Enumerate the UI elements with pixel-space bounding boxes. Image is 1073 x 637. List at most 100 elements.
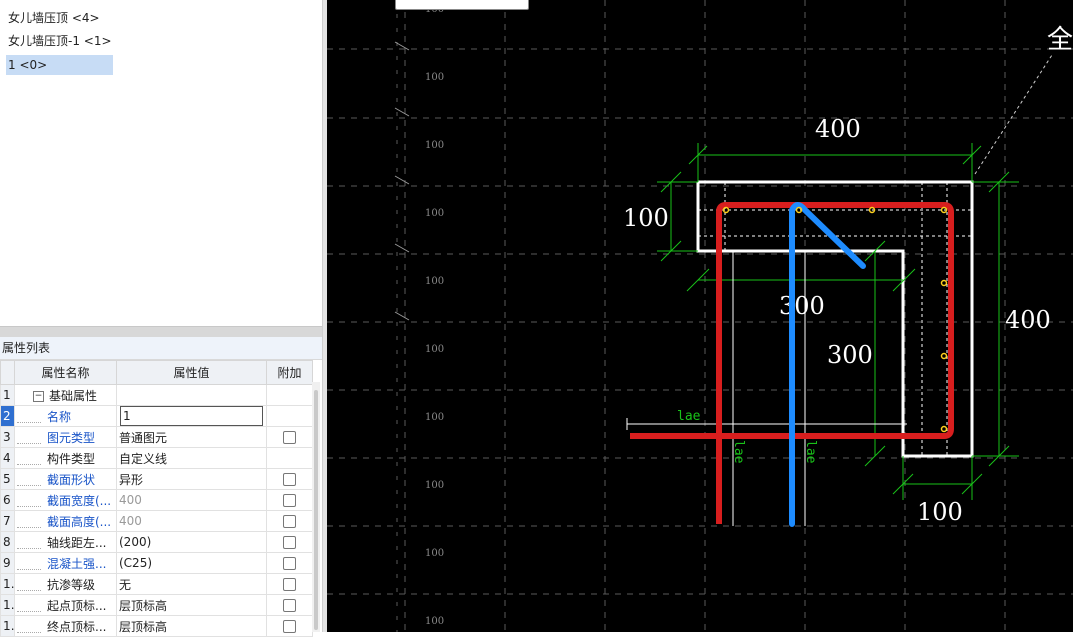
top-input-field[interactable] bbox=[395, 0, 529, 10]
property-extra[interactable] bbox=[266, 531, 313, 553]
property-value[interactable]: 无 bbox=[116, 573, 267, 595]
scrollbar-thumb[interactable] bbox=[314, 390, 318, 630]
extra-checkbox[interactable] bbox=[283, 557, 296, 570]
property-row[interactable]: 4 构件类型 自定义线 bbox=[0, 447, 313, 469]
property-name-text: 图元类型 bbox=[47, 430, 96, 445]
corner-label: 全 bbox=[1047, 25, 1073, 55]
extra-checkbox[interactable] bbox=[283, 515, 296, 528]
property-extra[interactable] bbox=[266, 468, 313, 490]
grid-label: 100 bbox=[425, 276, 444, 287]
tree-indent-line bbox=[17, 412, 41, 423]
property-value[interactable]: 自定义线 bbox=[116, 447, 267, 469]
property-name: 截面形状 bbox=[14, 468, 117, 490]
dimension-bottom-width: 100 bbox=[917, 498, 963, 526]
property-extra[interactable] bbox=[266, 510, 313, 532]
tree-indent-line bbox=[17, 517, 41, 528]
property-value[interactable]: 层顶标高 bbox=[116, 594, 267, 616]
dimension-inner-height: 300 bbox=[827, 341, 873, 369]
tree-item-selected[interactable]: 1 <0> bbox=[6, 55, 113, 75]
drawing-canvas[interactable]: 100 100 100 100 100 100 100 100 100 100 全 400 100 400… bbox=[327, 0, 1073, 632]
property-name-text: 轴线距左... bbox=[47, 535, 107, 550]
row-number: 12 bbox=[0, 615, 15, 637]
property-name: 构件类型 bbox=[14, 447, 117, 469]
row-number: 6 bbox=[0, 489, 15, 511]
dimension-top-width: 400 bbox=[815, 115, 861, 143]
property-name-text: 抗渗等级 bbox=[47, 577, 96, 592]
property-list-title: 属性列表 bbox=[0, 337, 322, 360]
tree-indent-line bbox=[17, 475, 41, 486]
column-header-value[interactable]: 属性值 bbox=[116, 360, 267, 385]
property-row[interactable]: 6 截面宽度(... 400 bbox=[0, 489, 313, 511]
tree-indent-line bbox=[17, 454, 41, 465]
grid-tick bbox=[394, 311, 410, 321]
property-row[interactable]: 10 抗渗等级 无 bbox=[0, 573, 313, 595]
property-name: 轴线距左... bbox=[14, 531, 117, 553]
property-name: 截面高度(... bbox=[14, 510, 117, 532]
property-name: 起点顶标... bbox=[14, 594, 117, 616]
grid-tick bbox=[394, 243, 410, 253]
property-extra bbox=[266, 447, 313, 469]
extra-checkbox[interactable] bbox=[283, 431, 296, 444]
row-number: 2 bbox=[0, 405, 15, 427]
property-row[interactable]: 2 名称 1 bbox=[0, 405, 313, 427]
tree-item[interactable]: 女儿墙压顶-1 <1> bbox=[6, 31, 114, 51]
extra-checkbox[interactable] bbox=[283, 494, 296, 507]
anchor-label-vertical: lae bbox=[803, 440, 818, 464]
property-extra[interactable] bbox=[266, 426, 313, 448]
property-extra[interactable] bbox=[266, 594, 313, 616]
rebar-point bbox=[940, 352, 948, 360]
cad-drawing[interactable]: 100 100 100 100 100 100 100 100 100 100 全 400 100 400… bbox=[327, 0, 1073, 632]
column-header-extra[interactable]: 附加 bbox=[266, 360, 313, 385]
panel-splitter[interactable] bbox=[0, 326, 322, 337]
property-value[interactable]: 层顶标高 bbox=[116, 615, 267, 637]
property-row[interactable]: 7 截面高度(... 400 bbox=[0, 510, 313, 532]
property-value[interactable]: (200) bbox=[116, 531, 267, 553]
property-name: 终点顶标... bbox=[14, 615, 117, 637]
extra-checkbox[interactable] bbox=[283, 620, 296, 633]
tree-indent-line bbox=[17, 538, 41, 549]
property-value-input[interactable]: 1 bbox=[120, 406, 263, 426]
row-number: 9 bbox=[0, 552, 15, 574]
property-value[interactable] bbox=[116, 384, 267, 406]
grid-label: 100 bbox=[425, 208, 444, 219]
property-value[interactable]: 1 bbox=[116, 405, 267, 427]
property-extra[interactable] bbox=[266, 489, 313, 511]
column-header-num bbox=[0, 360, 15, 385]
tree-indent-line bbox=[17, 601, 41, 612]
tree-indent-line bbox=[17, 496, 41, 507]
property-row[interactable]: 11 起点顶标... 层顶标高 bbox=[0, 594, 313, 616]
property-row[interactable]: 9 混凝土强... (C25) bbox=[0, 552, 313, 574]
property-name: 名称 bbox=[14, 405, 117, 427]
column-header-name[interactable]: 属性名称 bbox=[14, 360, 117, 385]
property-group-header: − 基础属性 bbox=[14, 384, 117, 406]
extra-checkbox[interactable] bbox=[283, 536, 296, 549]
property-value[interactable]: 400 bbox=[116, 510, 267, 532]
property-value[interactable]: 异形 bbox=[116, 468, 267, 490]
collapse-icon[interactable]: − bbox=[33, 390, 44, 402]
property-row[interactable]: 8 轴线距左... (200) bbox=[0, 531, 313, 553]
extra-checkbox[interactable] bbox=[283, 473, 296, 486]
property-scrollbar[interactable] bbox=[312, 382, 320, 632]
property-row[interactable]: 5 截面形状 异形 bbox=[0, 468, 313, 490]
property-extra[interactable] bbox=[266, 615, 313, 637]
property-extra[interactable] bbox=[266, 552, 313, 574]
property-row[interactable]: 1− 基础属性 bbox=[0, 384, 313, 406]
property-row[interactable]: 3 图元类型 普通图元 bbox=[0, 426, 313, 448]
property-row[interactable]: 12 终点顶标... 层顶标高 bbox=[0, 615, 313, 637]
property-name-text: 起点顶标... bbox=[47, 598, 107, 613]
extra-checkbox[interactable] bbox=[283, 578, 296, 591]
row-number: 5 bbox=[0, 468, 15, 490]
tree-item[interactable]: 女儿墙压顶 <4> bbox=[6, 8, 102, 28]
extra-checkbox[interactable] bbox=[283, 599, 296, 612]
property-name-text: 截面宽度(... bbox=[47, 493, 112, 508]
left-panel: 女儿墙压顶 <4> 女儿墙压顶-1 <1> 1 <0> 属性列表 属性名称 属性… bbox=[0, 0, 322, 637]
property-value[interactable]: 400 bbox=[116, 489, 267, 511]
property-value[interactable]: (C25) bbox=[116, 552, 267, 574]
property-name-text: 截面形状 bbox=[47, 472, 96, 487]
property-name-text: 名称 bbox=[47, 409, 72, 424]
property-value[interactable]: 普通图元 bbox=[116, 426, 267, 448]
grid-label: 100 bbox=[425, 616, 444, 627]
property-extra[interactable] bbox=[266, 573, 313, 595]
row-number: 11 bbox=[0, 594, 15, 616]
tree-indent-line bbox=[17, 559, 41, 570]
